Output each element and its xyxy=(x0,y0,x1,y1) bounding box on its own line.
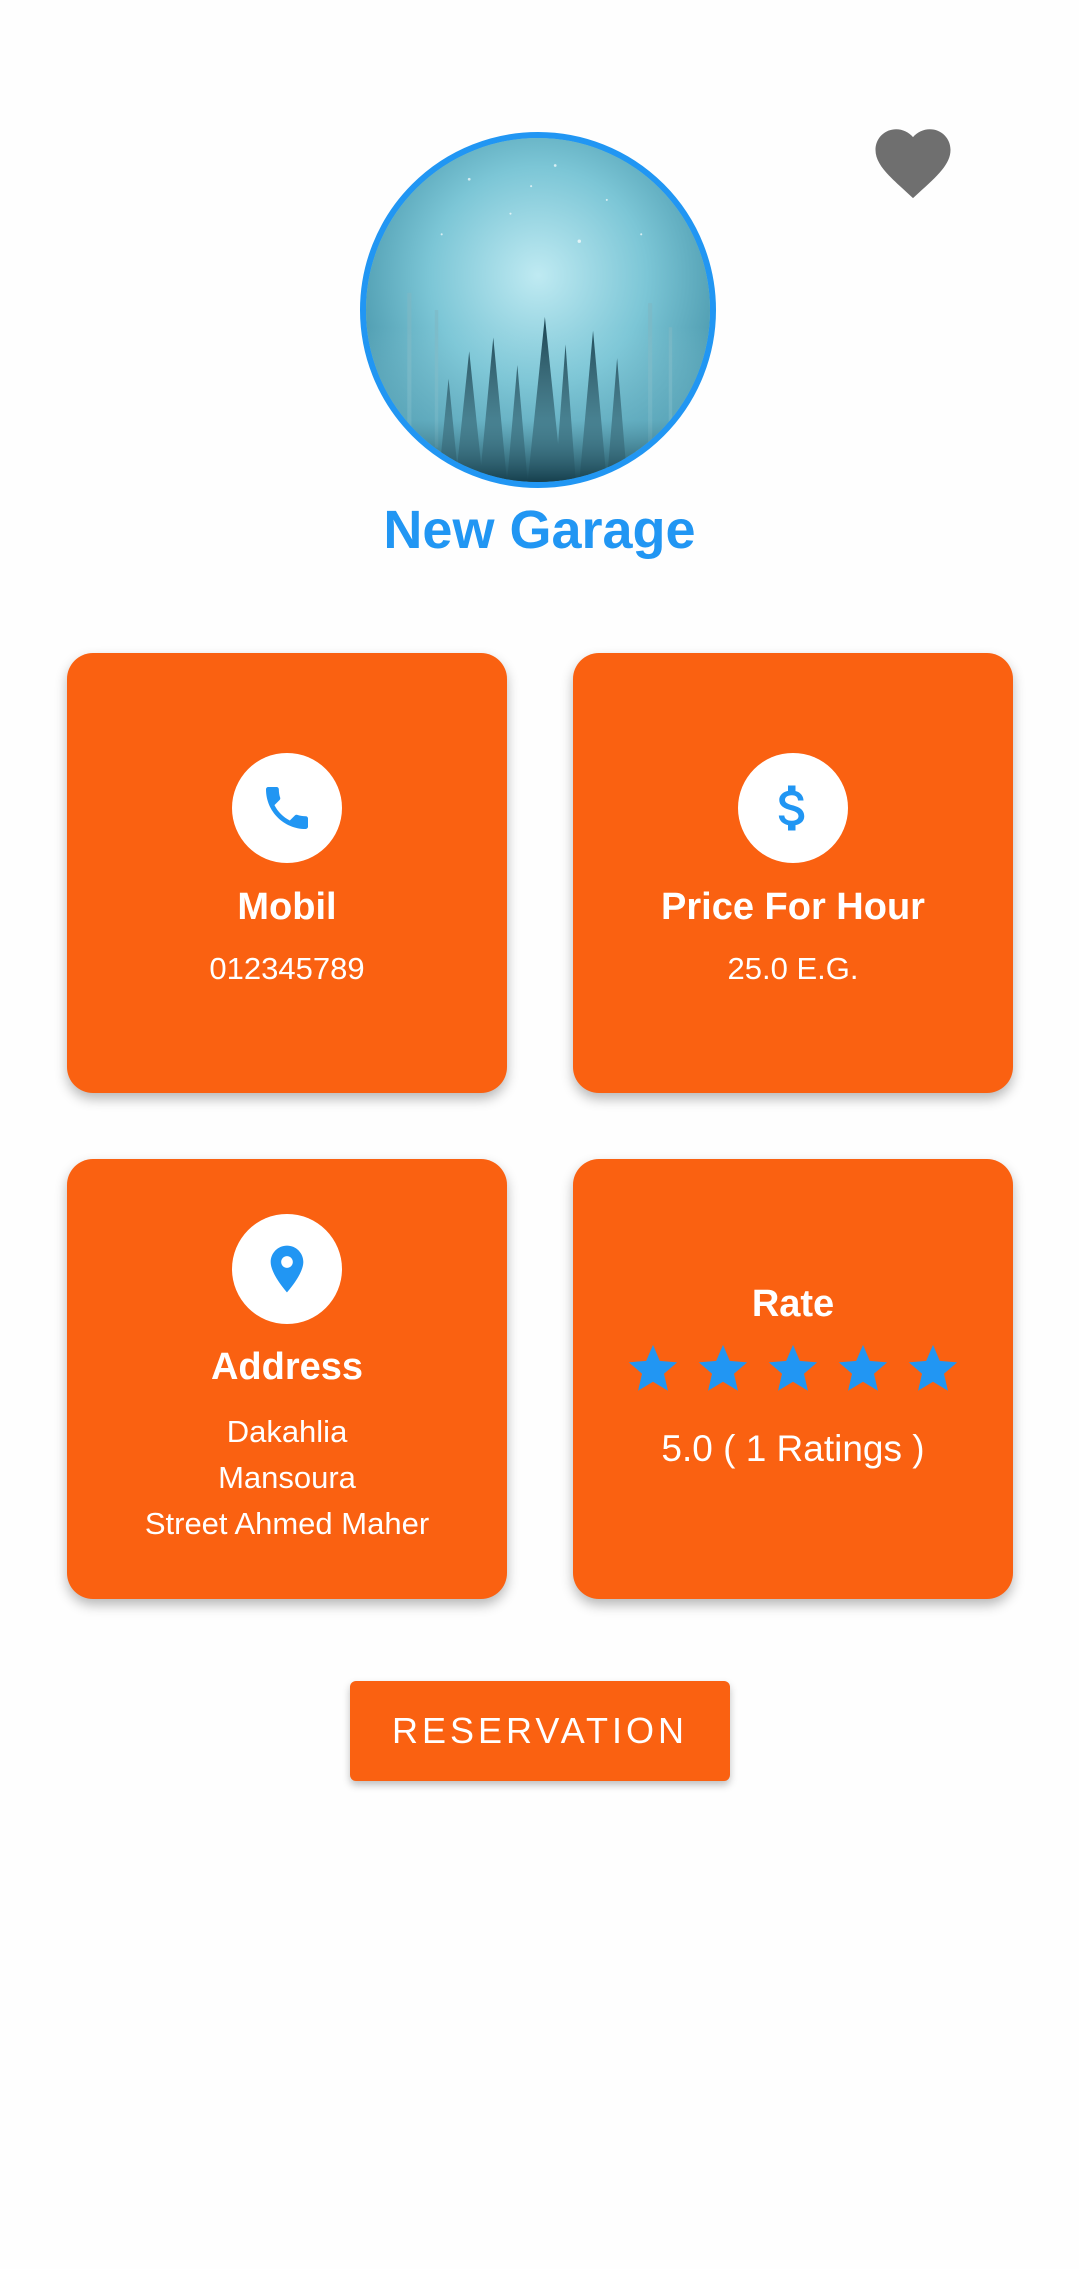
dollar-icon xyxy=(738,753,848,863)
address-governorate: Dakahlia xyxy=(226,1414,348,1449)
price-value: 25.0 E.G. xyxy=(727,951,859,986)
address-title: Address xyxy=(210,1346,364,1388)
mobile-title: Mobil xyxy=(237,886,337,928)
address-lines: Dakahlia Mansoura Street Ahmed Maher xyxy=(67,1409,507,1547)
price-card: Price For Hour 25.0 E.G. xyxy=(573,653,1013,1093)
heart-icon[interactable] xyxy=(868,118,958,208)
location-pin-icon xyxy=(232,1214,342,1324)
star-icon xyxy=(768,1344,818,1391)
star-icon xyxy=(698,1344,748,1391)
star-icon xyxy=(628,1344,678,1391)
mobile-number: 012345789 xyxy=(209,951,365,986)
reservation-button[interactable]: RESERVATION xyxy=(350,1681,730,1781)
star-icon xyxy=(908,1344,958,1391)
garage-avatar xyxy=(360,132,716,488)
rating-stars xyxy=(573,1340,1013,1398)
rate-card: Rate 5.0 ( 1 Ratings ) xyxy=(573,1159,1013,1599)
star-icon xyxy=(838,1344,888,1391)
address-street: Street Ahmed Maher xyxy=(144,1506,430,1541)
address-city: Mansoura xyxy=(218,1460,356,1495)
garage-name: New Garage xyxy=(383,500,696,560)
rate-title: Rate xyxy=(751,1283,835,1325)
rating-summary: 5.0 ( 1 Ratings ) xyxy=(661,1428,925,1469)
phone-icon xyxy=(232,753,342,863)
mobile-card: Mobil 012345789 xyxy=(67,653,507,1093)
garage-details-screen: New Garage Mobil 012345789 Price For Hou… xyxy=(0,0,1079,2269)
address-card: Address Dakahlia Mansoura Street Ahmed M… xyxy=(67,1159,507,1599)
price-title: Price For Hour xyxy=(661,886,925,928)
